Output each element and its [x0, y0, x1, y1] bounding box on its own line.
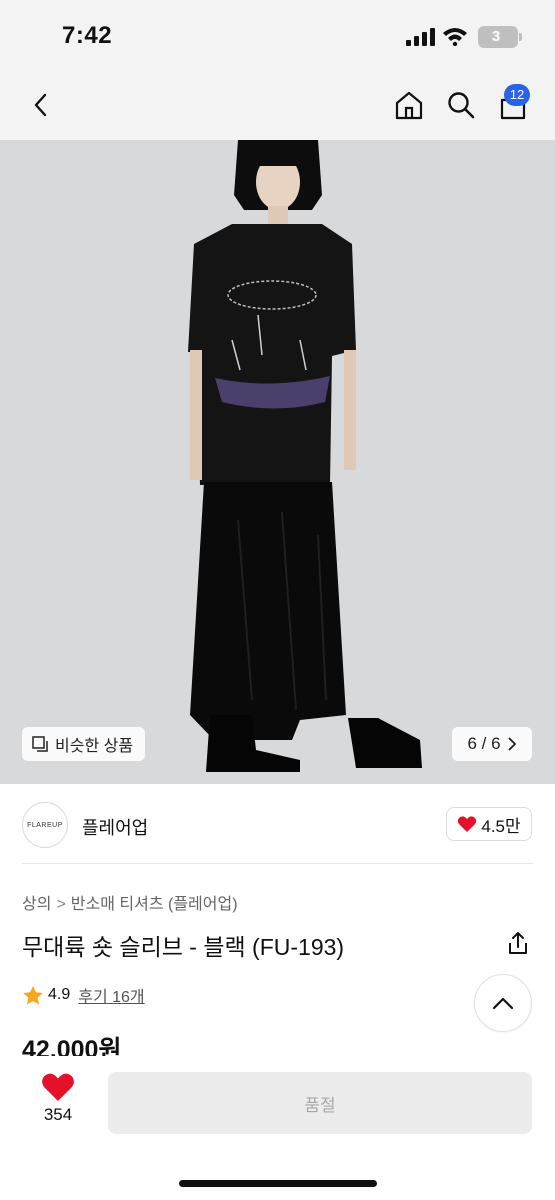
- heart-icon: [458, 816, 477, 832]
- similar-products-button[interactable]: 비슷한 상품: [22, 727, 146, 761]
- search-button[interactable]: [442, 86, 480, 124]
- breadcrumb-separator-icon: >: [56, 896, 66, 913]
- back-button[interactable]: [22, 86, 60, 124]
- bottom-action-bar: 354 품절: [0, 1056, 555, 1200]
- chevron-up-icon: [492, 997, 514, 1010]
- product-photo: [0, 140, 555, 784]
- soldout-button[interactable]: 품절: [108, 1072, 532, 1134]
- brand-like-button[interactable]: 4.5만: [446, 807, 532, 841]
- wish-count: 354: [43, 1105, 73, 1124]
- image-counter-button[interactable]: 6 / 6: [452, 727, 532, 761]
- back-icon: [34, 93, 47, 117]
- breadcrumb-subcategory[interactable]: 반소매 티셔츠 (플레어업): [71, 896, 238, 913]
- battery-icon: 3: [478, 26, 522, 48]
- rating-score: 4.9: [48, 986, 71, 1003]
- share-icon[interactable]: [505, 930, 531, 956]
- product-image-gallery[interactable]: [0, 140, 555, 784]
- home-indicator: [179, 1180, 377, 1187]
- reviews-link[interactable]: 후기 16개: [78, 983, 144, 1007]
- home-button[interactable]: [390, 86, 428, 124]
- status-bar: 7:42 3: [0, 0, 555, 72]
- cart-count-badge: 12: [504, 84, 530, 106]
- chevron-right-icon: [507, 737, 516, 751]
- status-time: 7:42: [62, 22, 113, 49]
- breadcrumb-category[interactable]: 상의: [22, 896, 51, 913]
- similar-products-label: 비슷한 상품: [55, 738, 134, 755]
- scroll-to-top-button[interactable]: [474, 974, 532, 1032]
- star-icon: [23, 985, 43, 1004]
- cellular-signal-icon: [406, 28, 435, 46]
- image-counter: 6 / 6: [467, 734, 501, 753]
- divider: [22, 863, 533, 864]
- home-icon: [395, 91, 423, 120]
- search-icon: [448, 92, 475, 119]
- rating-row: 4.9 후기 16개: [22, 983, 145, 1007]
- heart-icon: [42, 1073, 74, 1101]
- soldout-label: 품절: [304, 1095, 336, 1115]
- product-title: 무대륙 숏 슬리브 - 블랙 (FU-193): [22, 934, 345, 960]
- brand-logo[interactable]: FLAREUP: [22, 802, 68, 848]
- wifi-icon: [443, 28, 467, 46]
- brand-like-count: 4.5만: [481, 816, 521, 836]
- product-price: 42,000원: [22, 1036, 122, 1056]
- similar-products-icon: [32, 735, 48, 752]
- wish-button[interactable]: 354: [36, 1072, 80, 1125]
- brand-logo-text: FLAREUP: [27, 821, 63, 829]
- breadcrumb: 상의 > 반소매 티셔츠 (플레어업): [22, 890, 238, 914]
- top-nav-bar: [0, 72, 555, 140]
- brand-name-link[interactable]: 플레어업: [82, 814, 148, 840]
- battery-level: 3: [491, 28, 501, 45]
